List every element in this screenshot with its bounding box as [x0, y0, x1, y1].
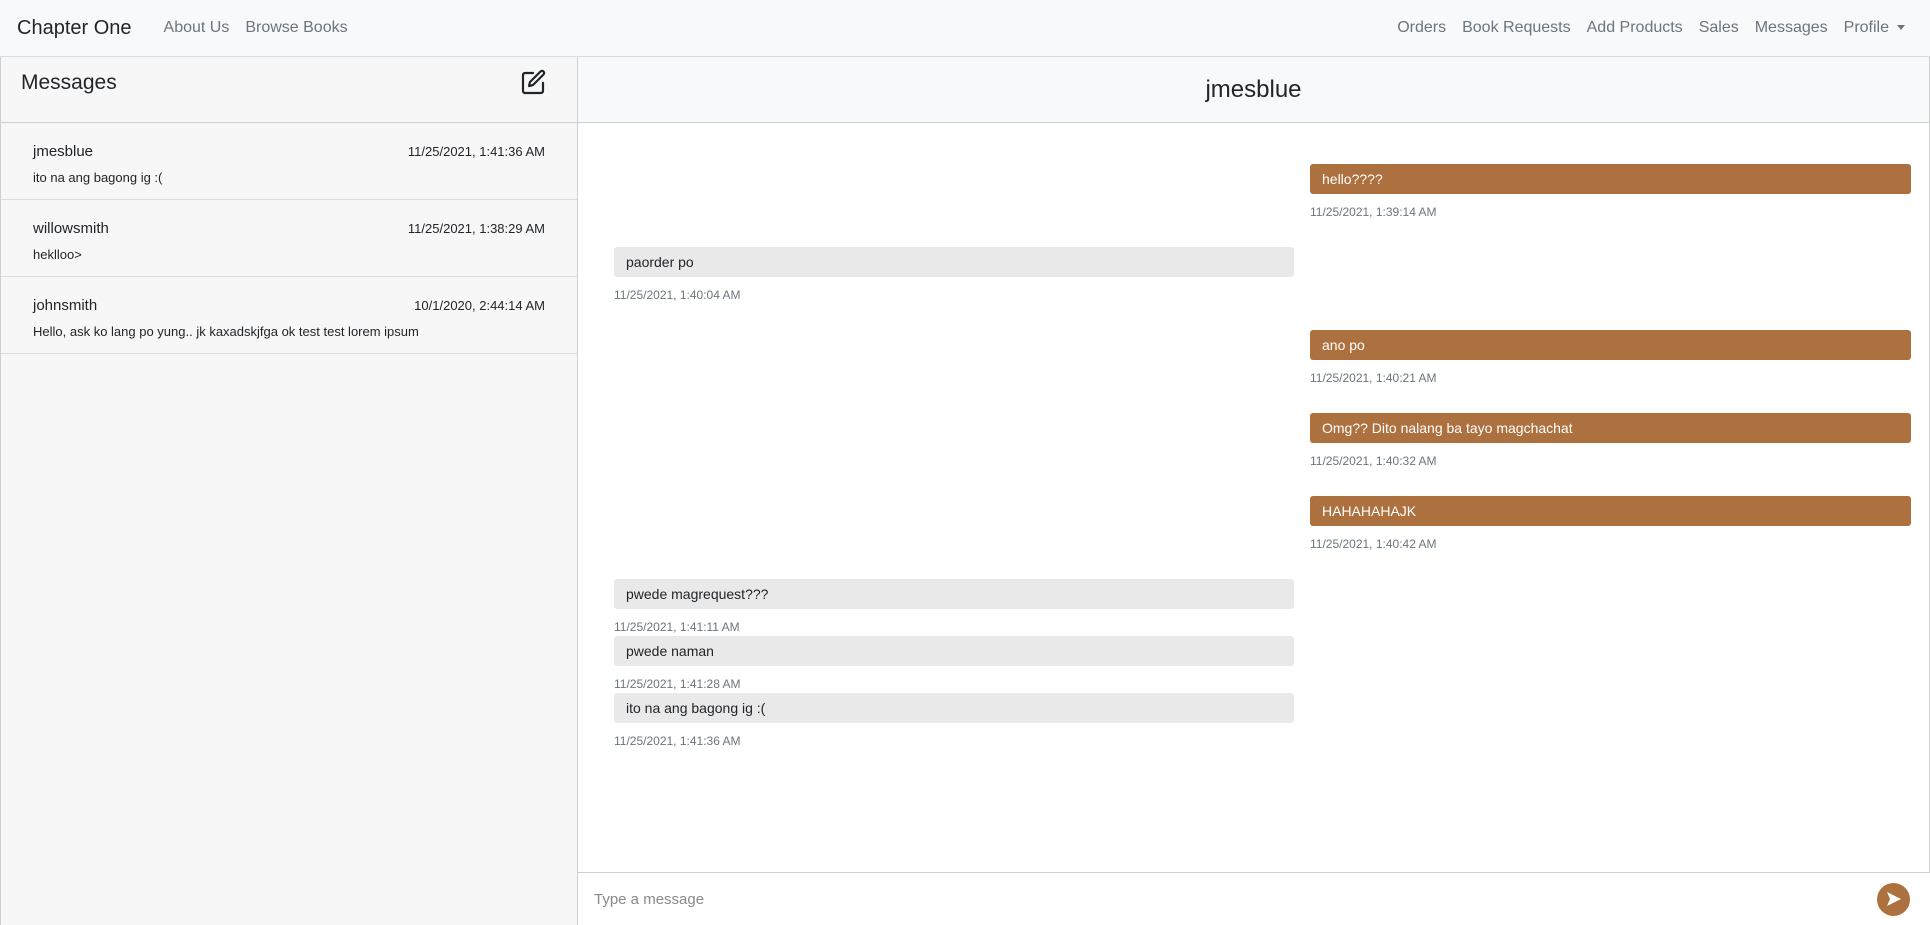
- conversation-time: 11/25/2021, 1:38:29 AM: [407, 221, 545, 236]
- message-bubble: ano po: [1310, 330, 1911, 360]
- message-timestamp: 11/25/2021, 1:41:28 AM: [614, 677, 741, 691]
- message-incoming: paorder po 11/25/2021, 1:40:04 AM: [614, 247, 1294, 302]
- message-timestamp: 11/25/2021, 1:39:14 AM: [1310, 205, 1437, 219]
- conversation-preview: heklloo>: [33, 247, 82, 262]
- message-bubble: Omg?? Dito nalang ba tayo magchachat: [1310, 413, 1911, 443]
- message-bubble: pwede magrequest???: [614, 579, 1294, 609]
- conversation-item-willowsmith[interactable]: willowsmith 11/25/2021, 1:38:29 AM hekll…: [1, 200, 577, 277]
- message-bubble: HAHAHAHAJK: [1310, 496, 1911, 526]
- message-timestamp: 11/25/2021, 1:40:32 AM: [1310, 454, 1437, 468]
- message-outgoing: Omg?? Dito nalang ba tayo magchachat 11/…: [1310, 413, 1911, 468]
- message-composer: [578, 872, 1930, 925]
- conversation-name: jmesblue: [33, 143, 94, 160]
- chevron-down-icon: [1897, 25, 1905, 31]
- nav-link-browse-books[interactable]: Browse Books: [237, 19, 355, 37]
- message-timestamp: 11/25/2021, 1:41:11 AM: [614, 620, 740, 634]
- message-input[interactable]: [594, 890, 1877, 908]
- profile-dropdown[interactable]: Profile: [1836, 19, 1913, 37]
- message-outgoing: ano po 11/25/2021, 1:40:21 AM: [1310, 330, 1911, 385]
- message-incoming: pwede naman 11/25/2021, 1:41:28 AM: [614, 636, 1294, 691]
- nav-link-orders[interactable]: Orders: [1389, 19, 1454, 37]
- message-thread[interactable]: hello???? 11/25/2021, 1:39:14 AM paorder…: [578, 123, 1930, 876]
- chat-panel: jmesblue hello???? 11/25/2021, 1:39:14 A…: [578, 57, 1930, 925]
- conversation-preview: Hello, ask ko lang po yung.. jk kaxadskj…: [33, 324, 419, 339]
- message-timestamp: 11/25/2021, 1:40:04 AM: [614, 288, 741, 302]
- conversation-time: 10/1/2020, 2:44:14 AM: [414, 298, 545, 313]
- nav-link-add-products[interactable]: Add Products: [1579, 19, 1691, 37]
- message-outgoing: HAHAHAHAJK 11/25/2021, 1:40:42 AM: [1310, 496, 1911, 551]
- compose-button[interactable]: [519, 67, 549, 97]
- send-button[interactable]: [1877, 882, 1910, 916]
- conversation-preview: ito na ang bagong ig :(: [33, 170, 163, 185]
- message-bubble: ito na ang bagong ig :(: [614, 693, 1294, 723]
- sidebar-header: Messages: [1, 57, 577, 123]
- profile-label: Profile: [1843, 19, 1889, 36]
- conversation-name: willowsmith: [33, 220, 109, 237]
- message-outgoing: hello???? 11/25/2021, 1:39:14 AM: [1310, 164, 1911, 219]
- top-navbar: Chapter One About Us Browse Books Orders…: [0, 0, 1930, 57]
- message-incoming: pwede magrequest??? 11/25/2021, 1:41:11 …: [614, 579, 1294, 634]
- compose-icon: [521, 69, 546, 95]
- conversation-time: 11/25/2021, 1:41:36 AM: [407, 144, 545, 159]
- nav-link-about-us[interactable]: About Us: [156, 19, 238, 37]
- nav-right: Orders Book Requests Add Products Sales …: [1389, 19, 1913, 37]
- chat-header: jmesblue: [578, 57, 1929, 123]
- message-bubble: paorder po: [614, 247, 1294, 277]
- brand-logo[interactable]: Chapter One: [17, 17, 132, 40]
- conversation-top: willowsmith 11/25/2021, 1:38:29 AM: [33, 220, 545, 237]
- conversation-item-johnsmith[interactable]: johnsmith 10/1/2020, 2:44:14 AM Hello, a…: [1, 277, 577, 354]
- nav-link-book-requests[interactable]: Book Requests: [1454, 19, 1579, 37]
- message-incoming: ito na ang bagong ig :( 11/25/2021, 1:41…: [614, 693, 1294, 748]
- message-timestamp: 11/25/2021, 1:41:36 AM: [614, 734, 741, 748]
- message-bubble: pwede naman: [614, 636, 1294, 666]
- message-timestamp: 11/25/2021, 1:40:42 AM: [1310, 537, 1437, 551]
- nav-link-sales[interactable]: Sales: [1691, 19, 1747, 37]
- conversation-item-jmesblue[interactable]: jmesblue 11/25/2021, 1:41:36 AM ito na a…: [1, 123, 577, 200]
- message-bubble: hello????: [1310, 164, 1911, 194]
- nav-left: About Us Browse Books: [156, 19, 356, 37]
- conversation-top: jmesblue 11/25/2021, 1:41:36 AM: [33, 143, 545, 160]
- message-timestamp: 11/25/2021, 1:40:21 AM: [1310, 371, 1437, 385]
- conversation-sidebar: Messages jmesblue 11/25/2021, 1:41:36 AM…: [0, 57, 578, 925]
- send-icon: [1886, 892, 1901, 906]
- conversation-top: johnsmith 10/1/2020, 2:44:14 AM: [33, 297, 545, 314]
- chat-title: jmesblue: [1205, 75, 1302, 103]
- sidebar-title: Messages: [21, 71, 117, 94]
- nav-link-messages[interactable]: Messages: [1747, 19, 1836, 37]
- conversation-name: johnsmith: [33, 297, 98, 314]
